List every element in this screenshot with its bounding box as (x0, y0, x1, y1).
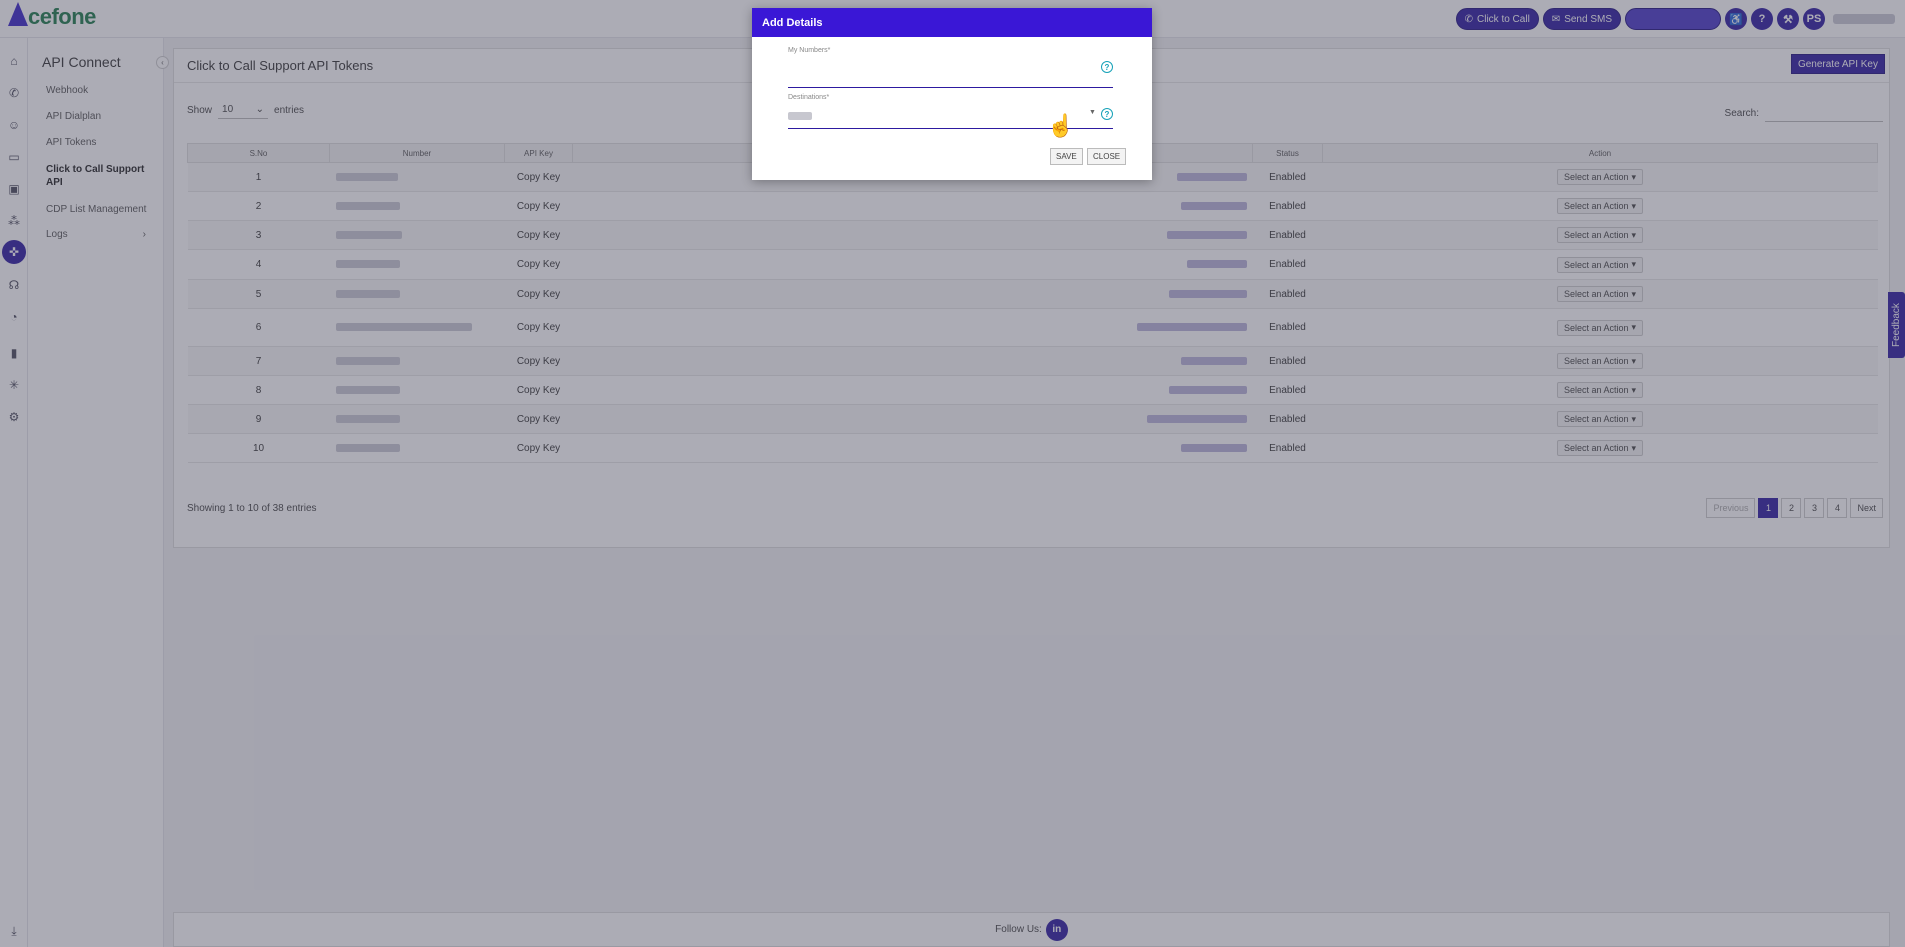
close-button[interactable]: CLOSE (1087, 148, 1127, 165)
destinations-label: Destinations* (788, 94, 830, 101)
my-numbers-label: My Numbers* (788, 47, 831, 54)
modal-title: Add Details (752, 8, 1152, 37)
save-button[interactable]: SAVE (1050, 148, 1083, 165)
dropdown-caret-icon[interactable]: ▼ (1089, 109, 1096, 116)
help-icon[interactable]: ? (1101, 108, 1113, 120)
destinations-selected-value[interactable] (788, 112, 812, 120)
my-numbers-input[interactable] (788, 54, 1113, 78)
my-numbers-underline (788, 87, 1113, 88)
hand-cursor-icon: ☝ (1047, 113, 1075, 138)
add-details-modal: Add Details My Numbers* ? Destinations* … (752, 8, 1152, 180)
help-icon[interactable]: ? (1101, 61, 1113, 73)
